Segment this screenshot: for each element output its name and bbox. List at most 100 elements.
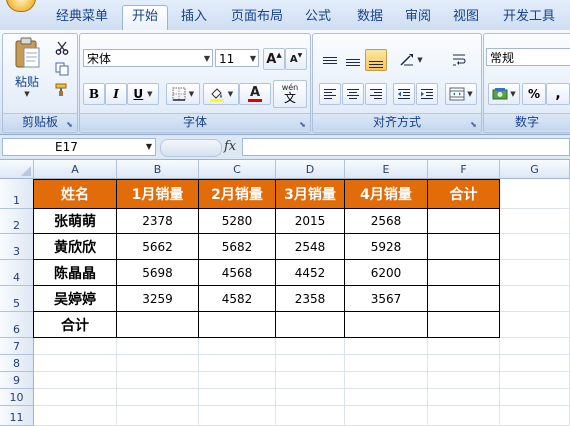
value-cell[interactable] — [428, 209, 500, 234]
align-right-button[interactable] — [365, 83, 387, 105]
phonetic-guide-button[interactable]: wén 文 — [273, 80, 307, 108]
empty-cell-c10[interactable] — [199, 389, 276, 406]
value-cell[interactable]: 6200 — [345, 260, 428, 286]
align-top-button[interactable] — [319, 49, 341, 71]
select-all-corner[interactable] — [0, 160, 34, 179]
empty-cell-d10[interactable] — [276, 389, 345, 406]
empty-cell-d7[interactable] — [276, 338, 345, 355]
insert-function-icon[interactable]: fx — [224, 138, 240, 156]
empty-cell-c8[interactable] — [199, 355, 276, 372]
column-header-d[interactable]: D — [276, 160, 345, 179]
comma-style-button[interactable]: , — [546, 83, 570, 105]
name-cell[interactable]: 合计 — [34, 312, 117, 338]
align-center-button[interactable] — [342, 83, 364, 105]
empty-cell-c7[interactable] — [199, 338, 276, 355]
name-box[interactable]: E17 ▼ — [2, 138, 156, 156]
header-cell[interactable]: 3月销量 — [276, 179, 345, 209]
tab-classic-menu[interactable]: 经典菜单 — [50, 6, 114, 28]
name-cell[interactable]: 张萌萌 — [34, 209, 117, 234]
empty-cell-f8[interactable] — [428, 355, 500, 372]
chevron-down-icon[interactable]: ▼ — [417, 56, 422, 64]
tab-data[interactable]: 数据 — [350, 6, 390, 28]
paste-button[interactable]: 粘贴 ▼ — [6, 36, 48, 110]
empty-cell-e7[interactable] — [345, 338, 428, 355]
value-cell[interactable] — [428, 260, 500, 286]
column-header-c[interactable]: C — [199, 160, 276, 179]
orientation-button[interactable]: ▼ — [393, 49, 429, 71]
row-header-10[interactable]: 10 — [0, 389, 34, 406]
accounting-format-button[interactable]: ▼ — [488, 83, 520, 105]
name-cell[interactable]: 吴婷婷 — [34, 286, 117, 312]
header-cell[interactable]: 合计 — [428, 179, 500, 209]
row-header-9[interactable]: 9 — [0, 372, 34, 389]
empty-cell-g9[interactable] — [500, 372, 570, 389]
chevron-down-icon[interactable]: ▼ — [146, 139, 152, 155]
empty-cell-c9[interactable] — [199, 372, 276, 389]
chevron-down-icon[interactable]: ▼ — [510, 90, 515, 98]
value-cell[interactable]: 3259 — [117, 286, 199, 312]
font-color-button[interactable]: A — [239, 83, 271, 105]
value-cell[interactable] — [199, 312, 276, 338]
wrap-text-button[interactable] — [447, 49, 471, 71]
header-cell[interactable]: 1月销量 — [117, 179, 199, 209]
row-header-3[interactable]: 3 — [0, 234, 34, 260]
merge-center-button[interactable]: ▼ — [445, 83, 477, 105]
tab-view[interactable]: 视图 — [446, 6, 486, 28]
value-cell[interactable]: 2548 — [276, 234, 345, 260]
tab-page-layout[interactable]: 页面布局 — [226, 6, 288, 28]
value-cell[interactable] — [428, 286, 500, 312]
row-header-2[interactable]: 2 — [0, 209, 34, 234]
empty-cell-b11[interactable] — [117, 406, 199, 426]
empty-cell-a11[interactable] — [34, 406, 117, 426]
name-cell[interactable]: 陈晶晶 — [34, 260, 117, 286]
row-header-4[interactable]: 4 — [0, 260, 34, 286]
empty-cell-a7[interactable] — [34, 338, 117, 355]
empty-cell-g4[interactable] — [500, 260, 570, 286]
format-painter-button[interactable] — [51, 80, 73, 100]
office-button-icon[interactable] — [6, 0, 36, 12]
empty-cell-e8[interactable] — [345, 355, 428, 372]
empty-cell-g10[interactable] — [500, 389, 570, 406]
row-header-6[interactable]: 6 — [0, 312, 34, 338]
name-cell[interactable]: 黄欣欣 — [34, 234, 117, 260]
row-header-5[interactable]: 5 — [0, 286, 34, 312]
align-left-button[interactable] — [319, 83, 341, 105]
tab-developer[interactable]: 开发工具 — [496, 6, 562, 28]
row-header-1[interactable]: 1 — [0, 179, 34, 209]
empty-cell-d11[interactable] — [276, 406, 345, 426]
row-header-8[interactable]: 8 — [0, 355, 34, 372]
value-cell[interactable]: 5280 — [199, 209, 276, 234]
empty-cell-b9[interactable] — [117, 372, 199, 389]
value-cell[interactable]: 2358 — [276, 286, 345, 312]
empty-cell-f7[interactable] — [428, 338, 500, 355]
value-cell[interactable]: 5662 — [117, 234, 199, 260]
clipboard-dialog-launcher-icon[interactable]: ⬊ — [65, 120, 74, 129]
tab-insert[interactable]: 插入 — [174, 6, 214, 28]
value-cell[interactable] — [428, 312, 500, 338]
empty-cell-f10[interactable] — [428, 389, 500, 406]
decrease-indent-button[interactable] — [393, 83, 415, 105]
header-cell[interactable]: 4月销量 — [345, 179, 428, 209]
tab-formulas[interactable]: 公式 — [298, 6, 338, 28]
empty-cell-a10[interactable] — [34, 389, 117, 406]
header-cell[interactable]: 2月销量 — [199, 179, 276, 209]
empty-cell-b7[interactable] — [117, 338, 199, 355]
column-header-e[interactable]: E — [345, 160, 428, 179]
chevron-down-icon[interactable]: ▼ — [250, 50, 256, 68]
percent-style-button[interactable]: % — [522, 83, 546, 105]
font-name-combo[interactable]: 宋体 ▼ — [83, 49, 213, 67]
align-middle-button[interactable] — [342, 49, 364, 71]
column-header-g[interactable]: G — [500, 160, 570, 179]
underline-button[interactable]: U ▼ — [127, 83, 159, 105]
empty-cell-d8[interactable] — [276, 355, 345, 372]
shrink-font-button[interactable]: A ▼ — [285, 48, 307, 70]
empty-cell-c11[interactable] — [199, 406, 276, 426]
column-header-f[interactable]: F — [428, 160, 500, 179]
tab-review[interactable]: 审阅 — [398, 6, 438, 28]
empty-cell-e9[interactable] — [345, 372, 428, 389]
empty-cell-g1[interactable] — [500, 179, 570, 209]
formula-bar-splitter[interactable] — [160, 139, 222, 157]
empty-cell-g3[interactable] — [500, 234, 570, 260]
empty-cell-g8[interactable] — [500, 355, 570, 372]
chevron-down-icon[interactable]: ▼ — [204, 50, 210, 68]
